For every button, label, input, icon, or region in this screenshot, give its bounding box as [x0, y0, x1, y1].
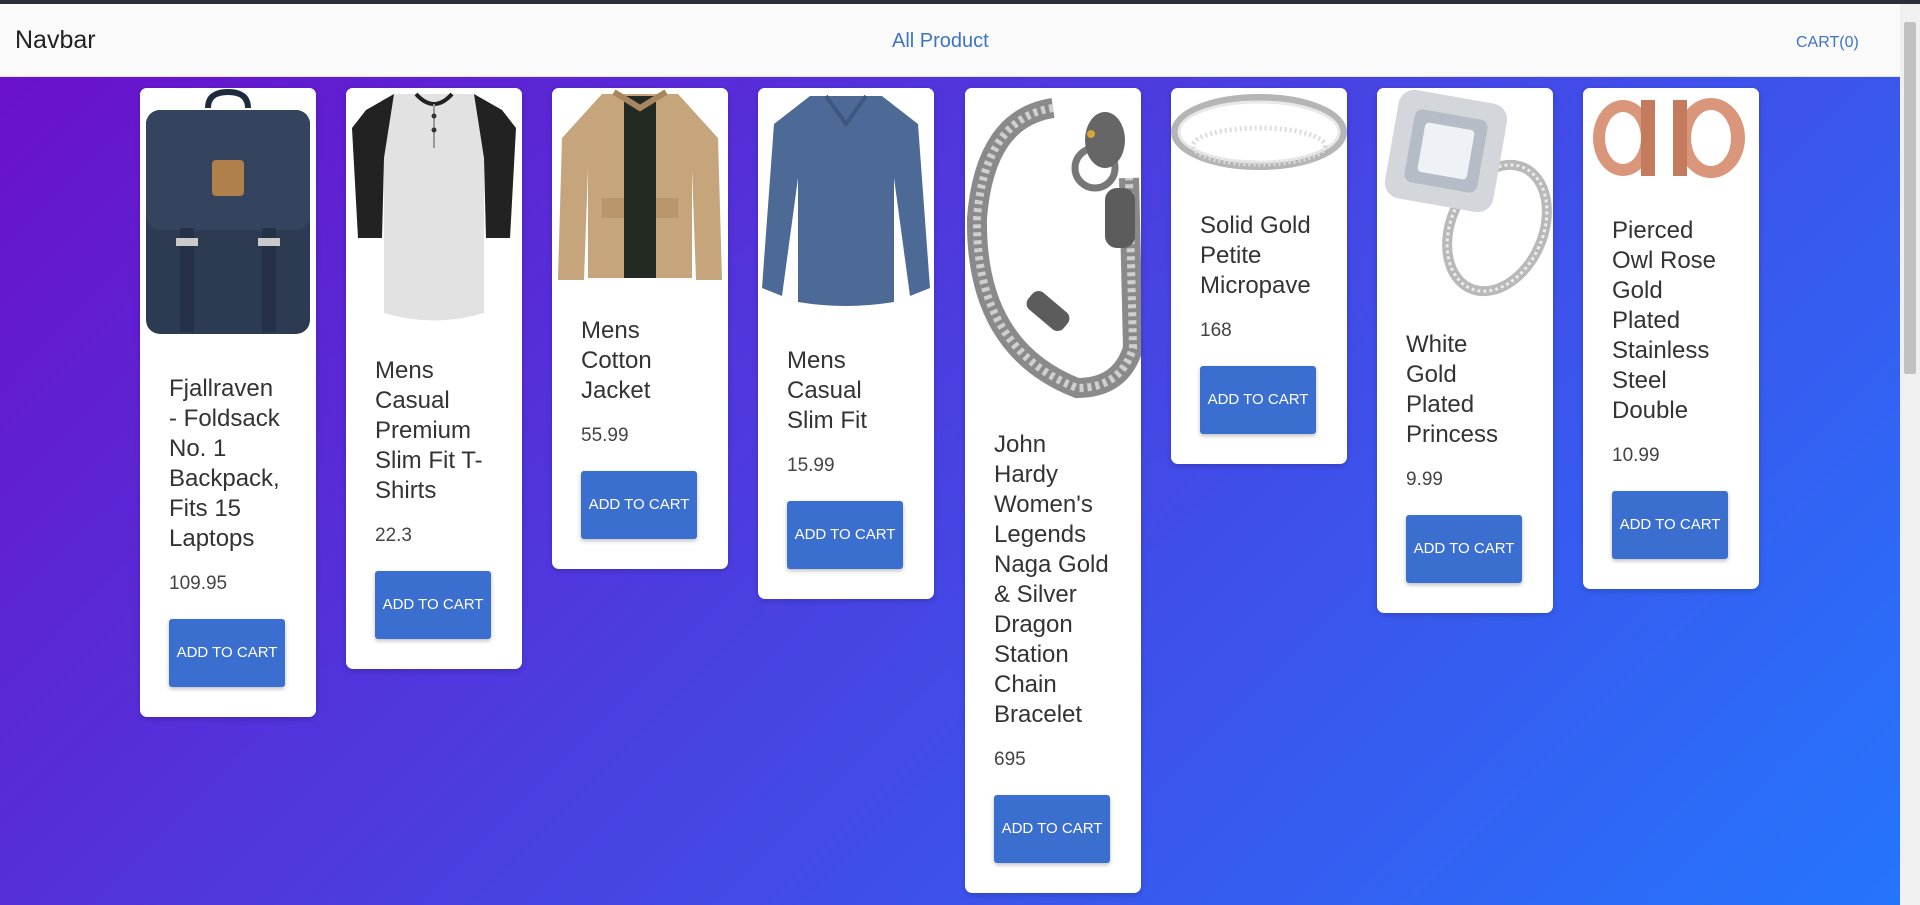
longsleeve-icon	[758, 88, 934, 313]
product-title: Solid Gold Petite Micropave	[1200, 212, 1311, 299]
nav-link-all-product[interactable]: All Product	[892, 30, 989, 53]
product-price: 109.95	[169, 573, 228, 594]
diamond-ring-icon	[1377, 88, 1553, 298]
product-grid: Fjallraven - Foldsack No. 1 Backpack, Fi…	[0, 77, 1900, 905]
add-to-cart-button[interactable]: ADD TO CART	[375, 571, 491, 639]
product-card: Fjallraven - Foldsack No. 1 Backpack, Fi…	[140, 88, 316, 717]
add-to-cart-button[interactable]: ADD TO CART	[581, 471, 697, 539]
add-to-cart-button[interactable]: ADD TO CART	[787, 501, 903, 569]
vertical-scrollbar[interactable]	[1900, 4, 1920, 905]
navbar-brand[interactable]: Navbar	[15, 26, 96, 55]
product-price: 695	[994, 749, 1026, 770]
navbar: Navbar All Product CART(0)	[0, 4, 1900, 77]
product-title: Fjallraven - Foldsack No. 1 Backpack, Fi…	[169, 375, 280, 552]
cart-link[interactable]: CART(0)	[1796, 34, 1859, 52]
ear-plugs-icon	[1583, 88, 1759, 183]
product-price: 55.99	[581, 425, 629, 446]
product-title: Mens Casual Slim Fit	[787, 347, 867, 434]
product-price: 168	[1200, 320, 1232, 341]
product-price: 22.3	[375, 525, 412, 546]
product-card: Pierced Owl Rose Gold Plated Stainless S…	[1583, 88, 1759, 589]
product-card: Mens Casual Premium Slim Fit T-Shirts 22…	[346, 88, 522, 669]
product-card: Mens Cotton Jacket 55.99 ADD TO CART	[552, 88, 728, 569]
ring-icon	[1171, 88, 1347, 178]
product-card: White Gold Plated Princess 9.99 ADD TO C…	[1377, 88, 1553, 613]
product-price: 10.99	[1612, 445, 1660, 466]
product-price: 15.99	[787, 455, 835, 476]
add-to-cart-button[interactable]: ADD TO CART	[1612, 491, 1728, 559]
product-price: 9.99	[1406, 469, 1443, 490]
jacket-icon	[552, 88, 728, 283]
product-card: Solid Gold Petite Micropave 168 ADD TO C…	[1171, 88, 1347, 464]
tshirt-icon	[346, 88, 522, 323]
add-to-cart-button[interactable]: ADD TO CART	[1200, 366, 1316, 434]
product-card: Mens Casual Slim Fit 15.99 ADD TO CART	[758, 88, 934, 599]
add-to-cart-button[interactable]: ADD TO CART	[1406, 515, 1522, 583]
backpack-icon	[140, 88, 316, 338]
add-to-cart-button[interactable]: ADD TO CART	[169, 619, 285, 687]
add-to-cart-button[interactable]: ADD TO CART	[994, 795, 1110, 863]
bracelet-icon	[965, 88, 1141, 398]
product-card: John Hardy Women's Legends Naga Gold & S…	[965, 88, 1141, 893]
product-title: Mens Casual Premium Slim Fit T-Shirts	[375, 357, 483, 504]
product-title: Mens Cotton Jacket	[581, 317, 652, 404]
product-title: Pierced Owl Rose Gold Plated Stainless S…	[1612, 217, 1717, 424]
product-title: White Gold Plated Princess	[1406, 331, 1499, 448]
scrollbar-thumb[interactable]	[1904, 22, 1916, 374]
product-title: John Hardy Women's Legends Naga Gold & S…	[994, 431, 1109, 728]
